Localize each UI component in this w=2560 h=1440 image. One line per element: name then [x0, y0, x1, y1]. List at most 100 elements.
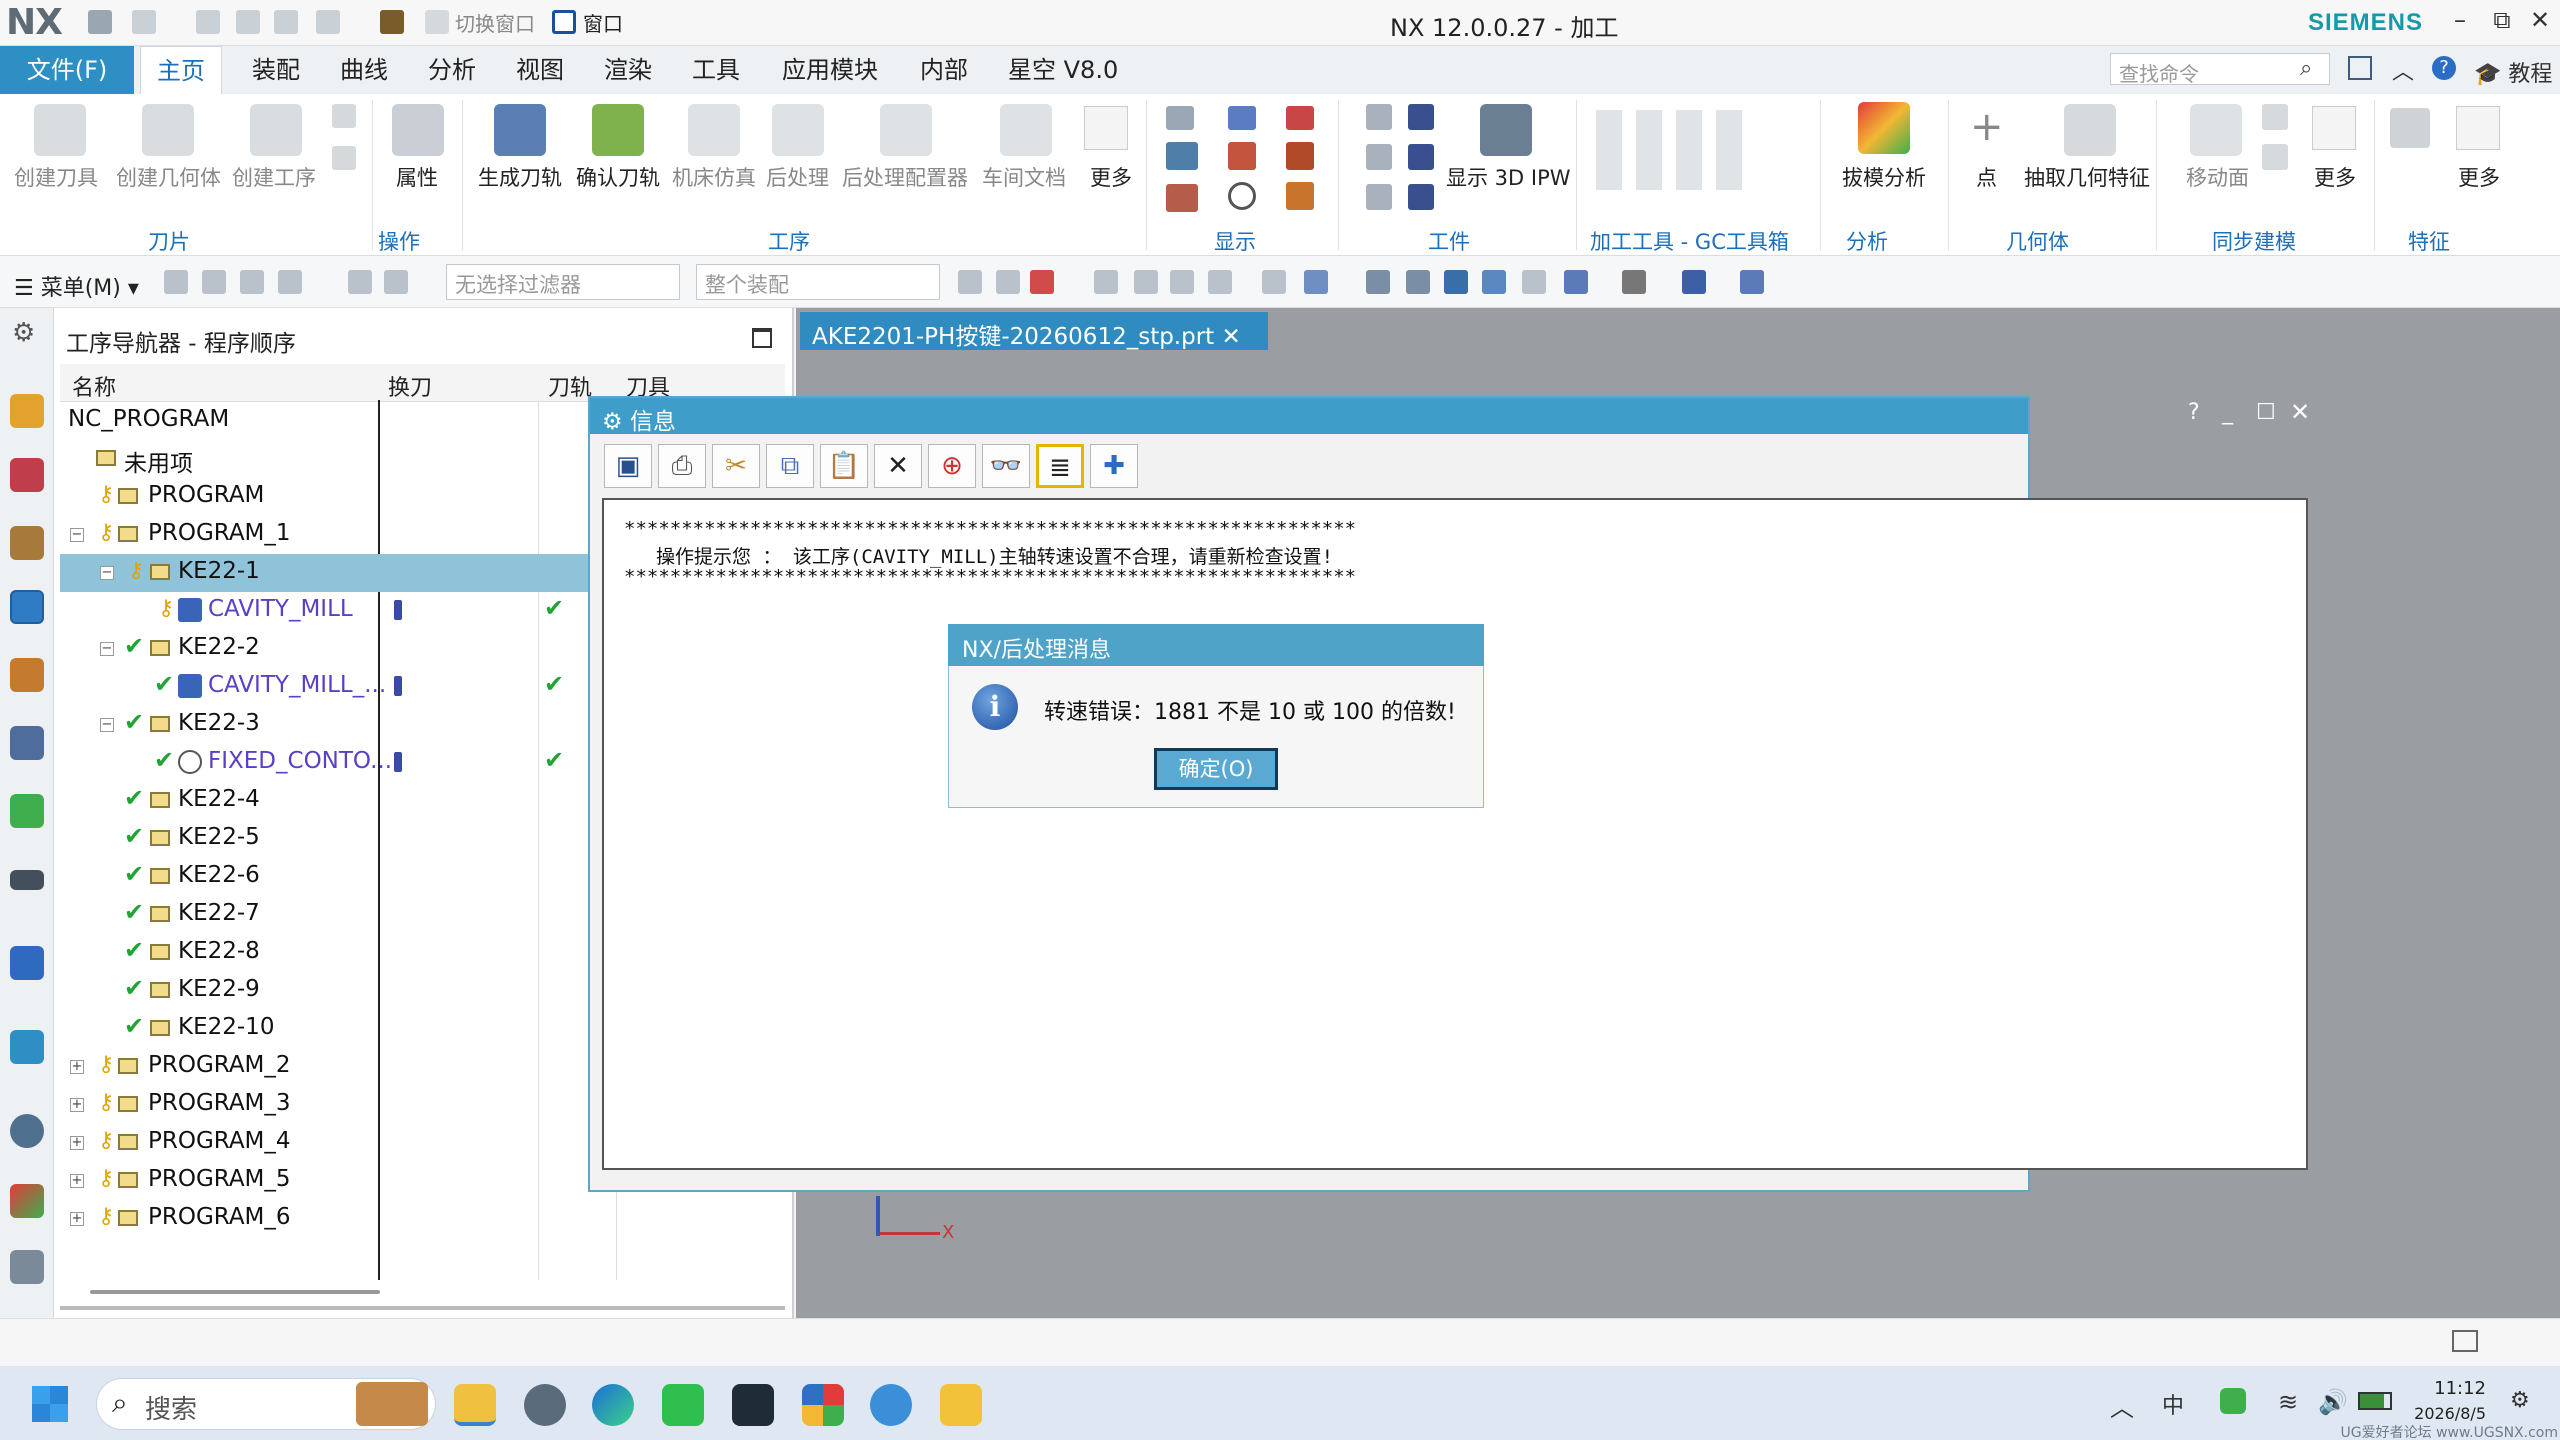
notification-icon[interactable]: ⚙	[2510, 1388, 2530, 1413]
undo-icon[interactable]	[132, 10, 156, 34]
show-3d-ipw-button[interactable]: 显示 3D IPW	[1446, 162, 1571, 192]
info-dialog-titlebar[interactable]: ⚙ 信息	[590, 398, 2028, 435]
verify-path-icon[interactable]	[592, 104, 644, 156]
info-nav-icon[interactable]	[10, 946, 44, 980]
snap-icon[interactable]	[240, 270, 264, 294]
display-tool-icon[interactable]	[1166, 106, 1194, 130]
clock-date[interactable]: 2026/8/5	[2396, 1404, 2486, 1423]
view-tool-icon[interactable]	[1522, 270, 1546, 294]
assembly-nav-icon[interactable]	[10, 394, 44, 428]
role-icon[interactable]	[10, 1184, 44, 1218]
display-tool-icon[interactable]	[1286, 142, 1314, 170]
small-tool-icon[interactable]	[332, 104, 356, 128]
tab-render[interactable]: 渲染	[588, 46, 668, 94]
post-builder-button[interactable]: 后处理配置器	[842, 162, 968, 192]
snap-icon[interactable]	[278, 270, 302, 294]
window-menu[interactable]: 窗口	[583, 8, 623, 37]
expand-icon[interactable]: +	[70, 1060, 84, 1074]
tree-item-program[interactable]: PROGRAM	[148, 482, 264, 508]
display-tool-icon[interactable]	[1166, 142, 1198, 170]
copy-icon[interactable]: ⧉	[766, 444, 814, 488]
snap-icon[interactable]	[348, 270, 372, 294]
ok-button[interactable]: 确定(O)	[1154, 748, 1278, 790]
column-header-tool-change[interactable]: 换刀	[388, 370, 432, 402]
postprocess-button[interactable]: 后处理	[766, 162, 829, 192]
collapse-icon[interactable]: −	[70, 528, 84, 542]
selection-tool-icon[interactable]	[1134, 270, 1158, 294]
view-tool-icon[interactable]	[1444, 270, 1468, 294]
selection-tool-icon[interactable]	[1030, 270, 1054, 294]
tab-tools[interactable]: 工具	[676, 46, 756, 94]
expand-icon[interactable]: +	[70, 1212, 84, 1226]
constraint-nav-icon[interactable]	[10, 458, 44, 492]
tutorial-link[interactable]: 🎓 教程	[2474, 56, 2552, 88]
cut-icon[interactable]	[196, 10, 220, 34]
sync-tool-icon[interactable]	[2262, 104, 2288, 130]
clock-icon[interactable]	[10, 1114, 44, 1148]
web-browser-icon[interactable]	[10, 794, 44, 828]
machine-sim-icon[interactable]	[688, 104, 740, 156]
tab-home[interactable]: 主页	[140, 46, 222, 94]
tree-item-nc-program[interactable]: NC_PROGRAM	[68, 406, 229, 432]
column-header-name[interactable]: 名称	[72, 370, 116, 402]
workpiece-tool-icon[interactable]	[1366, 104, 1392, 130]
more-button-operation[interactable]: 更多	[1090, 162, 1132, 192]
wechat-icon[interactable]	[662, 1384, 704, 1426]
snap-icon[interactable]	[164, 270, 188, 294]
selection-tool-icon[interactable]	[996, 270, 1020, 294]
tree-item-ke22-4[interactable]: KE22-4	[178, 786, 260, 812]
assembly-scope-dropdown[interactable]: 整个装配	[696, 264, 940, 300]
clock-time[interactable]: 11:12	[2406, 1378, 2486, 1399]
shop-doc-icon[interactable]	[1000, 104, 1052, 156]
tree-item-program-3[interactable]: PROGRAM_3	[148, 1090, 291, 1116]
file-menu[interactable]: 文件(F)	[0, 46, 134, 94]
properties-icon[interactable]	[392, 104, 444, 156]
gc-toolbox-icons[interactable]	[1596, 110, 1756, 190]
tree-item-ke22-9[interactable]: KE22-9	[178, 976, 260, 1002]
create-geometry-button[interactable]: 创建几何体	[116, 162, 221, 192]
find-icon[interactable]: ⊕	[928, 444, 976, 488]
tree-item-program-2[interactable]: PROGRAM_2	[148, 1052, 291, 1078]
repeat-command-icon[interactable]	[316, 10, 340, 34]
tab-application[interactable]: 应用模块	[766, 46, 894, 94]
part-file-tab[interactable]: AKE2201-PH按键-20260612_stp.prt ✕	[800, 312, 1268, 350]
info-text-area[interactable]	[602, 498, 2308, 1170]
selection-tool-icon[interactable]	[1208, 270, 1232, 294]
verify-path-button[interactable]: 确认刀轨	[576, 162, 660, 192]
tree-item-unused[interactable]: 未用项	[124, 444, 193, 478]
more-icon[interactable]	[1084, 106, 1128, 150]
file-explorer-icon[interactable]	[940, 1384, 982, 1426]
reuse-library-icon[interactable]	[10, 658, 44, 692]
part-nav-icon[interactable]	[10, 526, 44, 560]
add-icon[interactable]: ✚	[1090, 444, 1138, 488]
tree-item-ke22-7[interactable]: KE22-7	[178, 900, 260, 926]
machine-sim-button[interactable]: 机床仿真	[672, 162, 756, 192]
draft-analysis-button[interactable]: 拔模分析	[1842, 162, 1926, 192]
print-icon[interactable]: ⎙	[658, 444, 706, 488]
wrap-text-icon[interactable]: ≣	[1036, 444, 1084, 488]
column-header-toolpath[interactable]: 刀轨	[548, 370, 592, 402]
display-tool-icon[interactable]	[1228, 182, 1256, 210]
tree-item-ke22-2[interactable]: KE22-2	[178, 634, 260, 660]
windows-start-icon[interactable]	[32, 1386, 68, 1422]
selection-tool-icon[interactable]	[1304, 270, 1328, 294]
operation-nav-icon[interactable]	[10, 590, 44, 624]
minimize-icon[interactable]: _	[2222, 400, 2233, 425]
post-message-titlebar[interactable]: NX/后处理消息	[948, 624, 1484, 666]
menu-button[interactable]: ☰ 菜单(M) ▾	[14, 270, 139, 302]
tree-item-fixed-contour[interactable]: FIXED_CONTO...	[208, 748, 392, 774]
copy-icon[interactable]	[236, 10, 260, 34]
selection-tool-icon[interactable]	[1094, 270, 1118, 294]
selection-tool-icon[interactable]	[1262, 270, 1286, 294]
fullscreen-icon[interactable]	[2452, 1330, 2478, 1352]
touch-mode-icon[interactable]	[380, 10, 404, 34]
minimize-button[interactable]: –	[2440, 6, 2480, 34]
expand-icon[interactable]: +	[70, 1098, 84, 1112]
wifi-icon[interactable]: ≋	[2278, 1388, 2298, 1416]
restore-button[interactable]: ⧉	[2482, 6, 2522, 34]
expand-icon[interactable]: +	[70, 1136, 84, 1150]
tree-item-ke22-3[interactable]: KE22-3	[178, 710, 260, 736]
help-icon[interactable]: ?	[2432, 56, 2456, 80]
sync-tool-icon[interactable]	[2262, 144, 2288, 170]
collapse-ribbon-icon[interactable]: ︿	[2392, 54, 2414, 86]
